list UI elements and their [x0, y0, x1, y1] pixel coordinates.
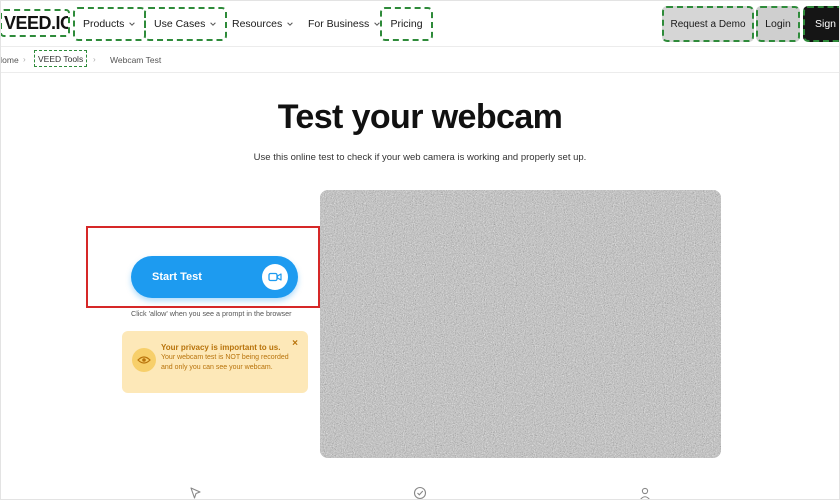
breadcrumb-separator-icon: ›	[93, 55, 96, 64]
cursor-icon	[190, 487, 201, 499]
webcam-preview	[320, 190, 721, 458]
top-navigation: VEED.IO Products Use Cases Resources For…	[0, 0, 840, 47]
check-circle-icon	[413, 486, 427, 500]
nav-resources[interactable]: Resources	[224, 7, 302, 41]
nav-pricing[interactable]: Pricing	[380, 7, 433, 41]
nav-use-cases[interactable]: Use Cases	[144, 7, 228, 41]
nav-products-label: Products	[83, 18, 125, 30]
privacy-title: Your privacy is important to us.	[161, 343, 281, 352]
breadcrumb-veed-tools-label: VEED Tools	[38, 53, 84, 64]
page-subtitle: Use this online test to check if your we…	[253, 152, 587, 163]
breadcrumb: Home › VEED Tools › Webcam Test	[0, 47, 840, 73]
close-icon[interactable]: ×	[292, 338, 298, 349]
video-camera-icon	[262, 264, 288, 290]
veed-logo[interactable]: VEED.IO	[0, 9, 70, 37]
nav-resources-label: Resources	[232, 18, 283, 30]
webcam-static-noise	[320, 190, 721, 458]
logo-text: VEED.IO	[4, 13, 70, 33]
login-button[interactable]: Login	[756, 6, 800, 42]
breadcrumb-current: Webcam Test	[110, 55, 162, 65]
allow-hint: Click 'allow' when you see a prompt in t…	[131, 309, 292, 318]
eye-icon	[132, 348, 156, 372]
page-title: Test your webcam	[277, 98, 563, 136]
signup-label: Sign Up	[815, 18, 840, 30]
breadcrumb-home[interactable]: Home	[0, 55, 19, 65]
nav-use-cases-label: Use Cases	[154, 18, 206, 30]
user-icon	[639, 487, 651, 500]
request-demo-button[interactable]: Request a Demo	[662, 6, 754, 42]
breadcrumb-separator-icon: ›	[23, 55, 26, 64]
chevron-down-icon	[210, 22, 217, 26]
privacy-notice: Your privacy is important to us. Your we…	[122, 331, 308, 393]
breadcrumb-veed-tools[interactable]: VEED Tools	[34, 50, 88, 67]
nav-for-business-label: For Business	[308, 18, 370, 30]
chevron-down-icon	[129, 22, 136, 26]
nav-pricing-label: Pricing	[390, 18, 423, 30]
request-demo-label: Request a Demo	[670, 18, 746, 30]
privacy-text: Your webcam test is NOT being recorded a…	[161, 354, 289, 371]
chevron-down-icon	[287, 22, 293, 26]
start-test-label: Start Test	[152, 271, 202, 283]
nav-products[interactable]: Products	[73, 7, 147, 41]
signup-button[interactable]: Sign Up	[803, 6, 840, 42]
login-label: Login	[765, 18, 791, 30]
start-test-button[interactable]: Start Test	[131, 256, 298, 298]
nav-for-business[interactable]: For Business	[300, 7, 389, 41]
